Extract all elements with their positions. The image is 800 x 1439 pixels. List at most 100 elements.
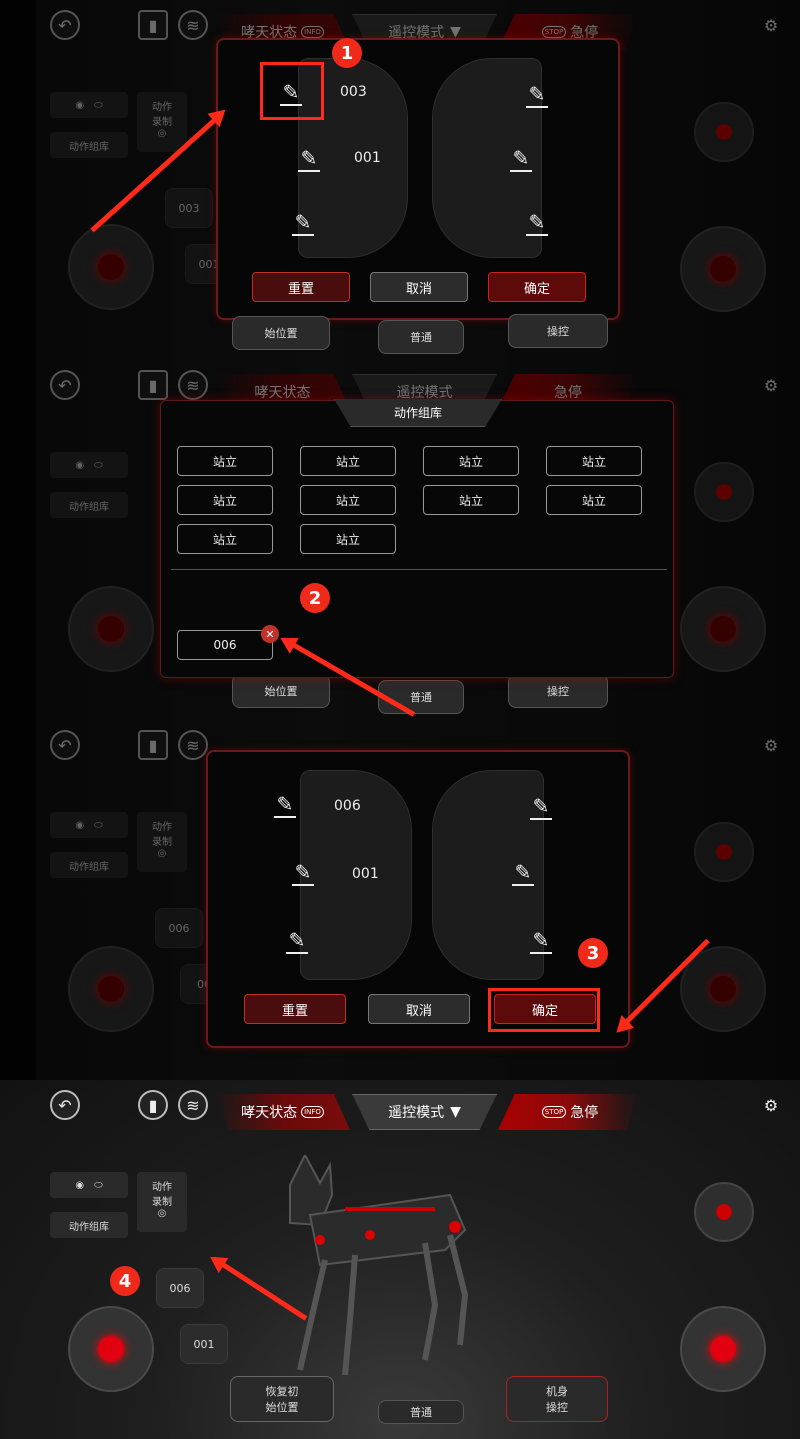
pencil-icon[interactable]: ✎ [526,794,556,820]
reset-label: 重置 [281,1003,308,1019]
action-item[interactable]: 站立 [300,524,396,554]
action-label: 站立 [212,454,237,469]
action-item[interactable]: 站立 [423,446,519,476]
action-label: 站立 [335,532,360,547]
right-small-pad[interactable] [694,1182,754,1242]
pencil-icon[interactable]: ✎ [294,146,324,172]
callout-label: 3 [586,942,600,964]
record-label: 动作 [152,1182,172,1193]
close-icon[interactable]: ✕ [261,625,279,643]
action-label: 站立 [458,454,483,469]
pencil-icon[interactable]: ✎ [506,146,536,172]
callout-number: 1 [332,38,362,68]
action-item[interactable]: 站立 [177,446,273,476]
record-button[interactable]: 动作录制◎ [137,1172,187,1232]
pencil-icon[interactable]: ✎ [522,210,552,236]
divider [171,569,667,570]
action-label: 站立 [581,493,606,508]
cancel-button[interactable]: 取消 [368,994,470,1024]
action-label: 站立 [335,493,360,508]
body-control-button[interactable]: 操控 [508,674,608,708]
body-label-2: 操控 [546,1401,568,1414]
reset-button[interactable]: 重置 [244,994,346,1024]
reset-label: 重置 [287,281,314,297]
restore-label: 始位置 [264,327,298,340]
library-button-label: 动作组库 [69,1221,109,1233]
toggle-icon[interactable]: ⬭ [94,1180,103,1191]
callout-label: 1 [340,42,354,64]
robot-dog-image [289,1155,469,1376]
tab-stop-label: 急停 [570,1105,599,1121]
panel-step-2: ↶ ▮ ≋ 哮天状态 遥控模式 急停 ⚙ ◉⬭ 动作组库 始位置 普通 操控 动… [0,360,800,720]
callout-label: 4 [118,1270,132,1292]
action-item[interactable]: 站立 [177,485,273,515]
reset-button[interactable]: 重置 [252,272,350,302]
normal-button[interactable]: 普通 [378,680,464,714]
pencil-icon[interactable]: ✎ [508,860,538,886]
restore-button[interactable]: 恢复初 始位置 [230,1376,334,1422]
action-label: 站立 [458,493,483,508]
settings-icon[interactable]: ⚙ [756,1090,786,1120]
back-icon[interactable]: ↶ [50,1090,80,1120]
normal-button[interactable]: 普通 [378,1400,464,1424]
pencil-icon[interactable]: ✎ [522,82,552,108]
dropdown-icon: ▼ [450,1104,461,1120]
action-item[interactable]: 站立 [300,485,396,515]
record-icon: ◎ [157,1208,167,1219]
selected-action[interactable]: 006 [177,630,273,660]
stop-badge: STOP [541,1106,567,1118]
normal-label: 普通 [410,1406,432,1419]
action-label: 站立 [212,493,237,508]
slot-label-1: 006 [169,1281,191,1295]
highlight-box [260,62,324,120]
restore-button[interactable]: 始位置 [232,316,330,350]
panel-step-1: ↶ ▮ ≋ 哮天状态INFO 遥控模式▼ STOP急停 ⚙ ◉⬭ 动作组库 动作… [0,0,800,360]
selected-label: 006 [213,638,237,652]
confirm-button[interactable]: 确定 [488,272,586,302]
tab-mode[interactable]: 遥控模式 ▼ [352,1094,497,1130]
action-item[interactable]: 站立 [423,485,519,515]
callout-number: 2 [300,583,330,613]
restore-label: 始位置 [264,685,298,698]
callout-number: 4 [110,1266,140,1296]
pencil-icon[interactable]: ✎ [288,860,318,886]
pencil-icon[interactable]: ✎ [282,928,312,954]
body-label: 操控 [547,325,569,338]
library-button[interactable]: 动作组库 [50,1212,128,1238]
action-label: 站立 [581,454,606,469]
body-label: 操控 [547,685,569,698]
action-item[interactable]: 站立 [546,485,642,515]
action-item[interactable]: 站立 [546,446,642,476]
tab-mode-label: 遥控模式 [388,1105,445,1121]
highlight-box [488,988,600,1032]
callout-number: 3 [578,938,608,968]
pencil-icon[interactable]: ✎ [526,928,556,954]
normal-label: 普通 [410,331,432,344]
restore-label-2: 始位置 [265,1401,299,1414]
slot-label-2: 001 [193,1337,215,1351]
action-slot-2[interactable]: 001 [180,1324,228,1364]
cancel-button[interactable]: 取消 [370,272,468,302]
cancel-label: 取消 [405,1003,432,1019]
record-label-2: 录制 [152,1197,172,1208]
body-control-button[interactable]: 操控 [508,314,608,348]
restore-button[interactable]: 始位置 [232,674,330,708]
slot-label-2: 001 [352,866,379,882]
action-item[interactable]: 站立 [177,524,273,554]
tab-status[interactable]: 哮天状态INFO [215,1094,350,1130]
left-joystick[interactable] [68,1306,154,1392]
camera-toggle[interactable]: ◉⬭ [50,1172,128,1198]
action-item[interactable]: 站立 [300,446,396,476]
panel-step-4: ↶ ▮ ≋ 哮天状态 INFO 遥控模式 ▼ STOP 急停 ⚙ ◉ ⬭ 动作组库 动作… [0,1080,800,1439]
action-label: 站立 [335,454,360,469]
pencil-icon[interactable]: ✎ [270,792,300,818]
right-joystick[interactable] [680,1306,766,1392]
tab-status-label: 哮天状态 [241,1105,298,1121]
pencil-icon[interactable]: ✎ [288,210,318,236]
camera-icon: ◉ [75,1179,85,1191]
tab-emergency-stop[interactable]: STOP急停 [498,1094,638,1130]
battery-icon: ▮ [138,1090,168,1120]
action-slot-1[interactable]: 006 [156,1268,204,1308]
body-control-button[interactable]: 机身 操控 [506,1376,608,1422]
normal-button[interactable]: 普通 [378,320,464,354]
